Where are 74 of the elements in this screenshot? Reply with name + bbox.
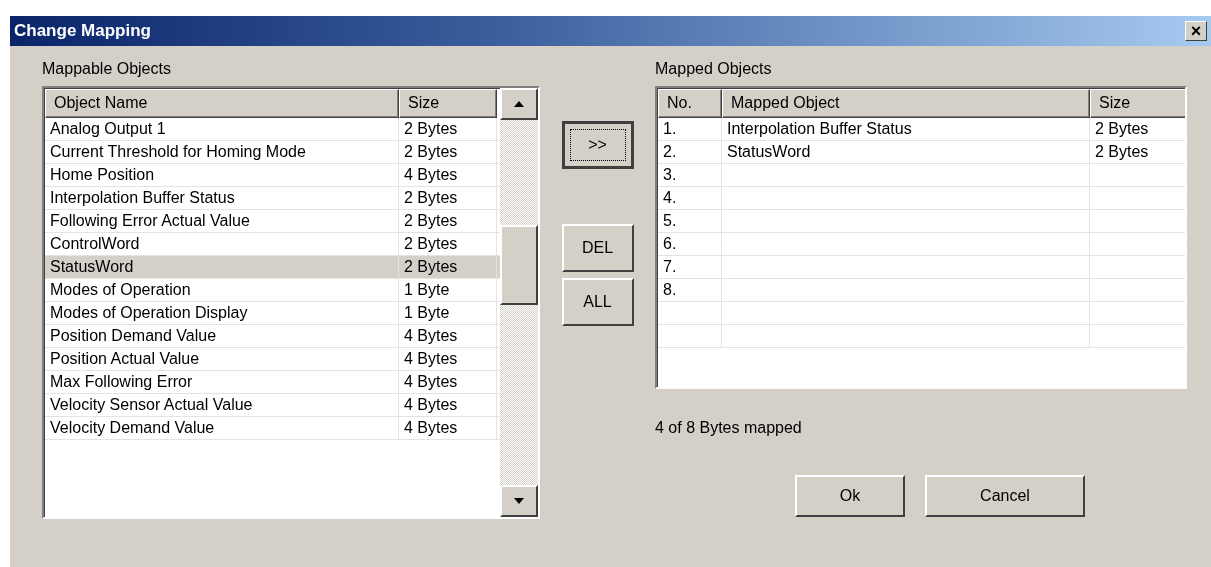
section-label: Mapped Objects [655,60,772,78]
list-row[interactable]: Max Following Error 4 Bytes [45,371,500,394]
up-arrow-icon [513,100,525,108]
column-header[interactable]: Object Name [45,89,399,118]
cancel-button[interactable]: Cancel [925,475,1085,517]
table-cell: Position Demand Value [45,325,399,347]
table-cell: 3. [663,166,677,183]
table-cell: 4 Bytes [399,164,497,186]
table-cell: ControlWord [45,233,399,255]
column-header[interactable]: Size [1090,89,1185,118]
table-cell: Home Position [45,164,399,186]
scroll-up-button[interactable] [500,88,538,120]
list-row[interactable]: Home Position 4 Bytes [45,164,500,187]
table-cell: Position Actual Value [45,348,399,370]
table-cell: 2 Bytes [399,256,497,278]
table-cell: Modes of Operation Display [45,302,399,324]
list-row[interactable]: Interpolation Buffer Status 2 Bytes [45,187,500,210]
list-row[interactable]: Analog Output 1 2 Bytes [45,118,500,141]
table-cell: 4 Bytes [399,325,497,347]
list-row[interactable]: Velocity Demand Value 4 Bytes [45,417,500,440]
table-cell: 2 Bytes [1095,143,1149,160]
table-cell: 4 Bytes [399,417,497,439]
table-cell: 2. [663,143,677,160]
close-button[interactable]: × [1185,21,1207,41]
table-cell: 2 Bytes [1095,120,1149,137]
list-row[interactable]: Current Threshold for Homing Mode 2 Bytes [45,141,500,164]
column-header[interactable]: Mapped Object [722,89,1090,118]
scrollbar[interactable] [500,88,538,517]
scroll-down-button[interactable] [500,485,538,517]
list-row[interactable]: StatusWord 2 Bytes [45,256,500,279]
section-label: Mappable Objects [42,60,171,78]
table-cell: 2 Bytes [399,187,497,209]
table-cell: Current Threshold for Homing Mode [45,141,399,163]
table-cell: 5. [663,212,677,229]
table-cell: Analog Output 1 [45,118,399,140]
down-arrow-icon [513,497,525,505]
scroll-thumb[interactable] [500,225,538,305]
table-cell: 2 Bytes [399,233,497,255]
table-cell: 8. [663,281,677,298]
table-cell: 4 Bytes [399,348,497,370]
table-cell: Velocity Sensor Actual Value [45,394,399,416]
table-cell: 7. [663,258,677,275]
table-cell: 1. [663,120,677,137]
list-row[interactable]: Modes of Operation 1 Byte [45,279,500,302]
column-header[interactable]: Size [399,89,497,118]
table-cell: Modes of Operation [45,279,399,301]
table-cell: Max Following Error [45,371,399,393]
ok-button[interactable]: Ok [795,475,905,517]
list-row[interactable]: Position Actual Value 4 Bytes [45,348,500,371]
table-cell: 4 Bytes [399,394,497,416]
list-row[interactable]: Velocity Sensor Actual Value 4 Bytes [45,394,500,417]
table-cell: Velocity Demand Value [45,417,399,439]
table-cell: 4 Bytes [399,371,497,393]
table-cell: 1 Byte [399,302,497,324]
table-cell: Interpolation Buffer Status [45,187,399,209]
table-cell: 2 Bytes [399,118,497,140]
list-row[interactable]: Position Demand Value 4 Bytes [45,325,500,348]
transfer-button[interactable]: DEL [561,224,634,272]
table-cell: 4. [663,189,677,206]
window-title: Change Mapping [14,21,151,41]
table-cell: 6. [663,235,677,252]
table-cell: 2 Bytes [399,210,497,232]
table-cell: StatusWord [45,256,399,278]
column-header[interactable]: No. [658,89,722,118]
table-cell: Following Error Actual Value [45,210,399,232]
list-row[interactable]: Following Error Actual Value 2 Bytes [45,210,500,233]
transfer-button[interactable]: >> [561,121,634,169]
table-cell: 2 Bytes [399,141,497,163]
table-cell: 1 Byte [399,279,497,301]
table-cell: Interpolation Buffer Status [727,120,912,137]
status-text: 4 of 8 Bytes mapped [655,419,803,437]
list-row[interactable]: Modes of Operation Display 1 Byte [45,302,500,325]
transfer-button[interactable]: ALL [561,278,634,326]
table-cell: StatusWord [727,143,811,160]
